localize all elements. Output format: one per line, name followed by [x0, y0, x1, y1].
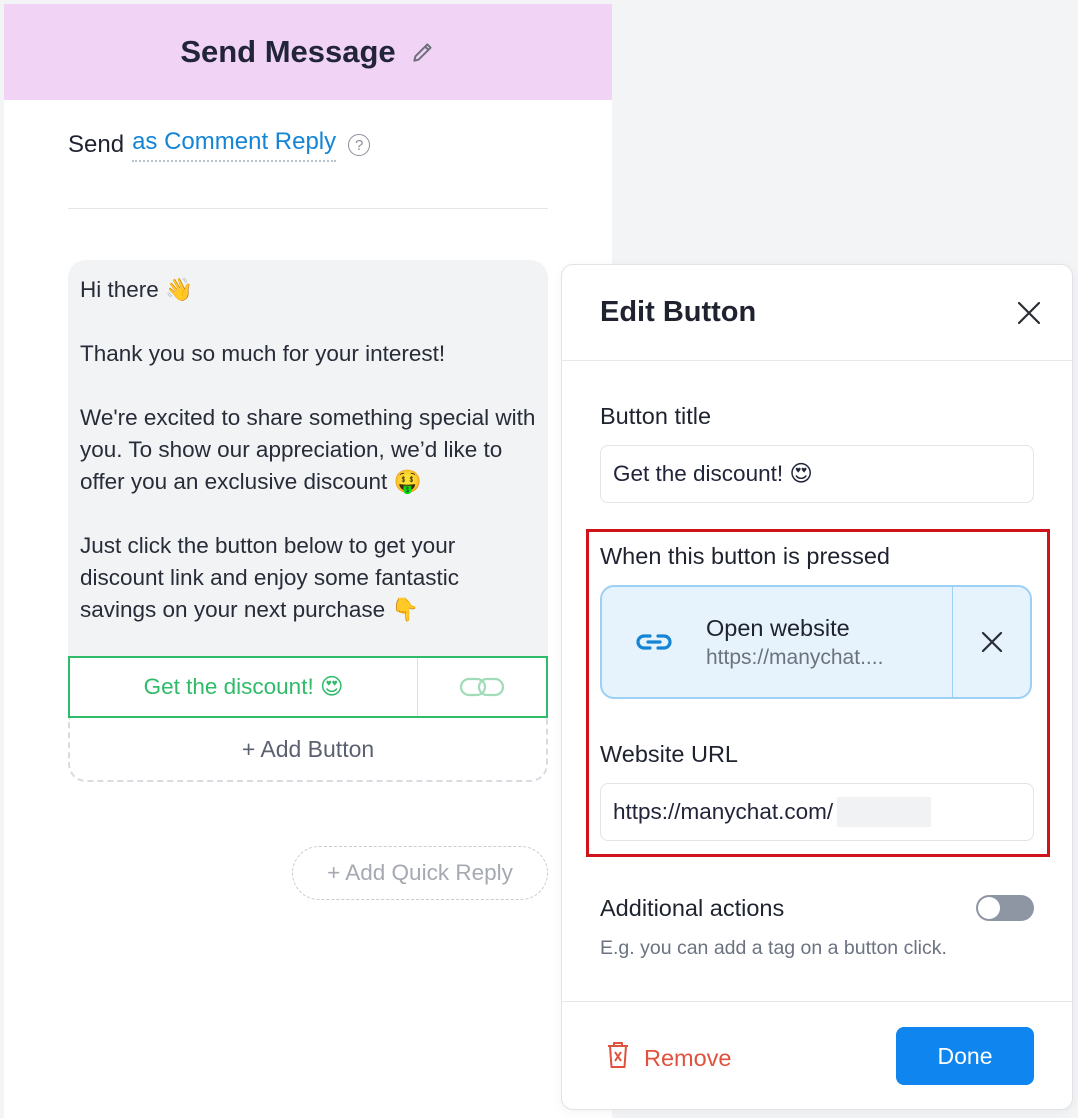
pressed-label: When this button is pressed: [600, 543, 890, 569]
card-title: Send Message: [180, 34, 396, 69]
close-icon[interactable]: [1016, 300, 1042, 326]
additional-actions-label: Additional actions: [600, 895, 785, 921]
additional-actions-hint: E.g. you can add a tag on a button click…: [600, 937, 947, 959]
help-icon[interactable]: ?: [348, 134, 371, 156]
done-button[interactable]: Done: [896, 1027, 1034, 1085]
redacted-text: [837, 797, 932, 827]
panel-header: Edit Button: [562, 265, 1072, 361]
message-button[interactable]: Get the discount! 😍: [68, 656, 548, 718]
send-mode-row: Send as Comment Reply ?: [68, 128, 371, 162]
message-text: Hi there 👋 Thank you so much for your in…: [80, 277, 536, 622]
send-message-card: Send Message Send as Comment Reply ? Hi …: [4, 4, 612, 1118]
edit-button-panel: Edit Button Button title Get the discoun…: [561, 264, 1073, 1110]
pencil-icon[interactable]: [410, 39, 436, 65]
website-url-value: https://manychat.com/: [613, 799, 834, 824]
action-card[interactable]: Open website https://manychat....: [600, 585, 1032, 699]
action-url: https://manychat....: [706, 645, 884, 669]
card-header: Send Message: [4, 4, 612, 100]
link-icon[interactable]: [418, 658, 546, 716]
button-title-input[interactable]: Get the discount! 😍: [600, 445, 1034, 503]
remove-label: Remove: [644, 1044, 732, 1071]
action-title: Open website: [706, 614, 850, 641]
action-text: Open website https://manychat....: [706, 587, 952, 697]
website-url-label: Website URL: [600, 741, 739, 767]
toggle-knob: [978, 897, 1000, 919]
website-url-input[interactable]: https://manychat.com/: [600, 783, 1034, 841]
add-button[interactable]: + Add Button: [68, 718, 548, 782]
send-mode-link[interactable]: as Comment Reply: [132, 128, 337, 162]
message-button-label[interactable]: Get the discount! 😍: [70, 658, 418, 716]
remove-button[interactable]: Remove: [606, 1041, 732, 1075]
button-title-value: Get the discount! 😍: [613, 461, 813, 486]
button-title-label: Button title: [600, 403, 712, 429]
footer-divider: [562, 1001, 1072, 1002]
close-icon[interactable]: [952, 587, 1030, 697]
send-prefix: Send: [68, 131, 125, 158]
message-bubble[interactable]: Hi there 👋 Thank you so much for your in…: [68, 260, 548, 658]
link-icon: [602, 587, 706, 697]
panel-title: Edit Button: [600, 296, 757, 328]
add-quick-reply-button[interactable]: + Add Quick Reply: [292, 846, 548, 900]
additional-actions-toggle[interactable]: [976, 895, 1034, 921]
trash-icon: [606, 1041, 630, 1075]
divider: [68, 208, 548, 209]
